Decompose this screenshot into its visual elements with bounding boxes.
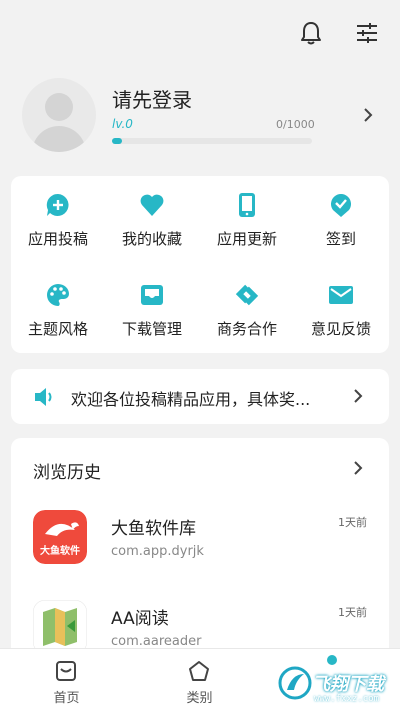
grid-item-check-in[interactable]: 签到	[294, 176, 388, 256]
handshake-icon	[234, 282, 260, 308]
top-bar	[0, 0, 400, 64]
history-item[interactable]: 大鱼软件 大鱼软件库 com.app.dyrjk 1天前	[11, 510, 389, 600]
announcement-text: 欢迎各位投稿精品应用，具体奖...	[71, 390, 311, 409]
nav-label: 首页	[53, 691, 80, 706]
app-name: 大鱼软件库	[111, 519, 196, 539]
history-title: 浏览历史	[33, 463, 101, 483]
pentagon-icon	[187, 659, 211, 683]
app-icon-label: 大鱼软件	[40, 544, 80, 557]
grid-item-label: 应用投稿	[27, 230, 88, 248]
app-icon-aa-reader	[33, 600, 87, 654]
grid-item-label: 商务合作	[216, 320, 277, 338]
chevron-right-icon[interactable]	[358, 104, 378, 126]
exp-counter: 0/1000	[276, 118, 315, 131]
grid-item-favorites[interactable]: 我的收藏	[105, 176, 199, 256]
grid-item-submit-app[interactable]: 应用投稿	[11, 176, 105, 256]
app-package: com.aareader	[111, 634, 202, 649]
exp-progress-fill	[112, 138, 122, 144]
grid-item-theme[interactable]: 主题风格	[11, 266, 105, 346]
app-name: AA阅读	[111, 609, 169, 629]
announcement-bar[interactable]: 欢迎各位投稿精品应用，具体奖...	[11, 369, 389, 424]
grid-item-label: 主题风格	[27, 320, 88, 338]
mail-icon	[328, 282, 354, 308]
history-section: 浏览历史 大鱼软件 大鱼软件库 com.app.dyrjk 1天前 AA阅读 c…	[11, 438, 389, 668]
grid-item-app-update[interactable]: 应用更新	[200, 176, 294, 256]
watermark: 飞翔下载 www.fxxz.com	[276, 660, 400, 711]
login-prompt[interactable]: 请先登录	[112, 84, 192, 113]
nav-label: 类别	[186, 691, 213, 706]
grid-item-label: 签到	[325, 230, 356, 248]
watermark-logo-icon	[278, 666, 312, 700]
grid-item-label: 意见反馈	[310, 320, 371, 338]
chat-plus-icon	[45, 192, 71, 218]
app-icon-dayu: 大鱼软件	[33, 510, 87, 564]
profile-section[interactable]: 请先登录 lv.0 0/1000	[0, 64, 400, 172]
nav-home[interactable]: 首页	[0, 649, 133, 711]
heart-icon	[139, 192, 165, 218]
inbox-icon	[139, 282, 165, 308]
watermark-url: www.fxxz.com	[314, 694, 380, 704]
grid-item-feedback[interactable]: 意见反馈	[294, 266, 388, 346]
home-icon	[54, 659, 78, 683]
grid-item-label: 下载管理	[121, 320, 182, 338]
app-time: 1天前	[338, 606, 367, 619]
check-badge-icon	[328, 192, 354, 218]
grid-item-business[interactable]: 商务合作	[200, 266, 294, 346]
grid-item-downloads[interactable]: 下载管理	[105, 266, 199, 346]
level-label: lv.0	[112, 117, 133, 131]
chevron-right-icon[interactable]	[349, 458, 367, 478]
chevron-right-icon[interactable]	[349, 386, 367, 406]
speaker-icon	[33, 386, 57, 408]
avatar[interactable]	[22, 78, 96, 152]
nav-category[interactable]: 类别	[133, 649, 266, 711]
palette-icon	[45, 282, 71, 308]
grid-item-label: 我的收藏	[121, 230, 182, 248]
function-grid: 应用投稿 我的收藏 应用更新 签到 主题风格 下载管理 商务合作 意见反馈	[11, 176, 389, 353]
bell-icon[interactable]	[296, 18, 326, 48]
app-time: 1天前	[338, 516, 367, 529]
phone-icon	[234, 192, 260, 218]
exp-progress-bar	[112, 138, 312, 144]
sliders-icon[interactable]	[352, 18, 382, 48]
app-package: com.app.dyrjk	[111, 544, 204, 559]
watermark-text: 飞翔下载	[312, 674, 384, 695]
grid-item-label: 应用更新	[216, 230, 277, 248]
